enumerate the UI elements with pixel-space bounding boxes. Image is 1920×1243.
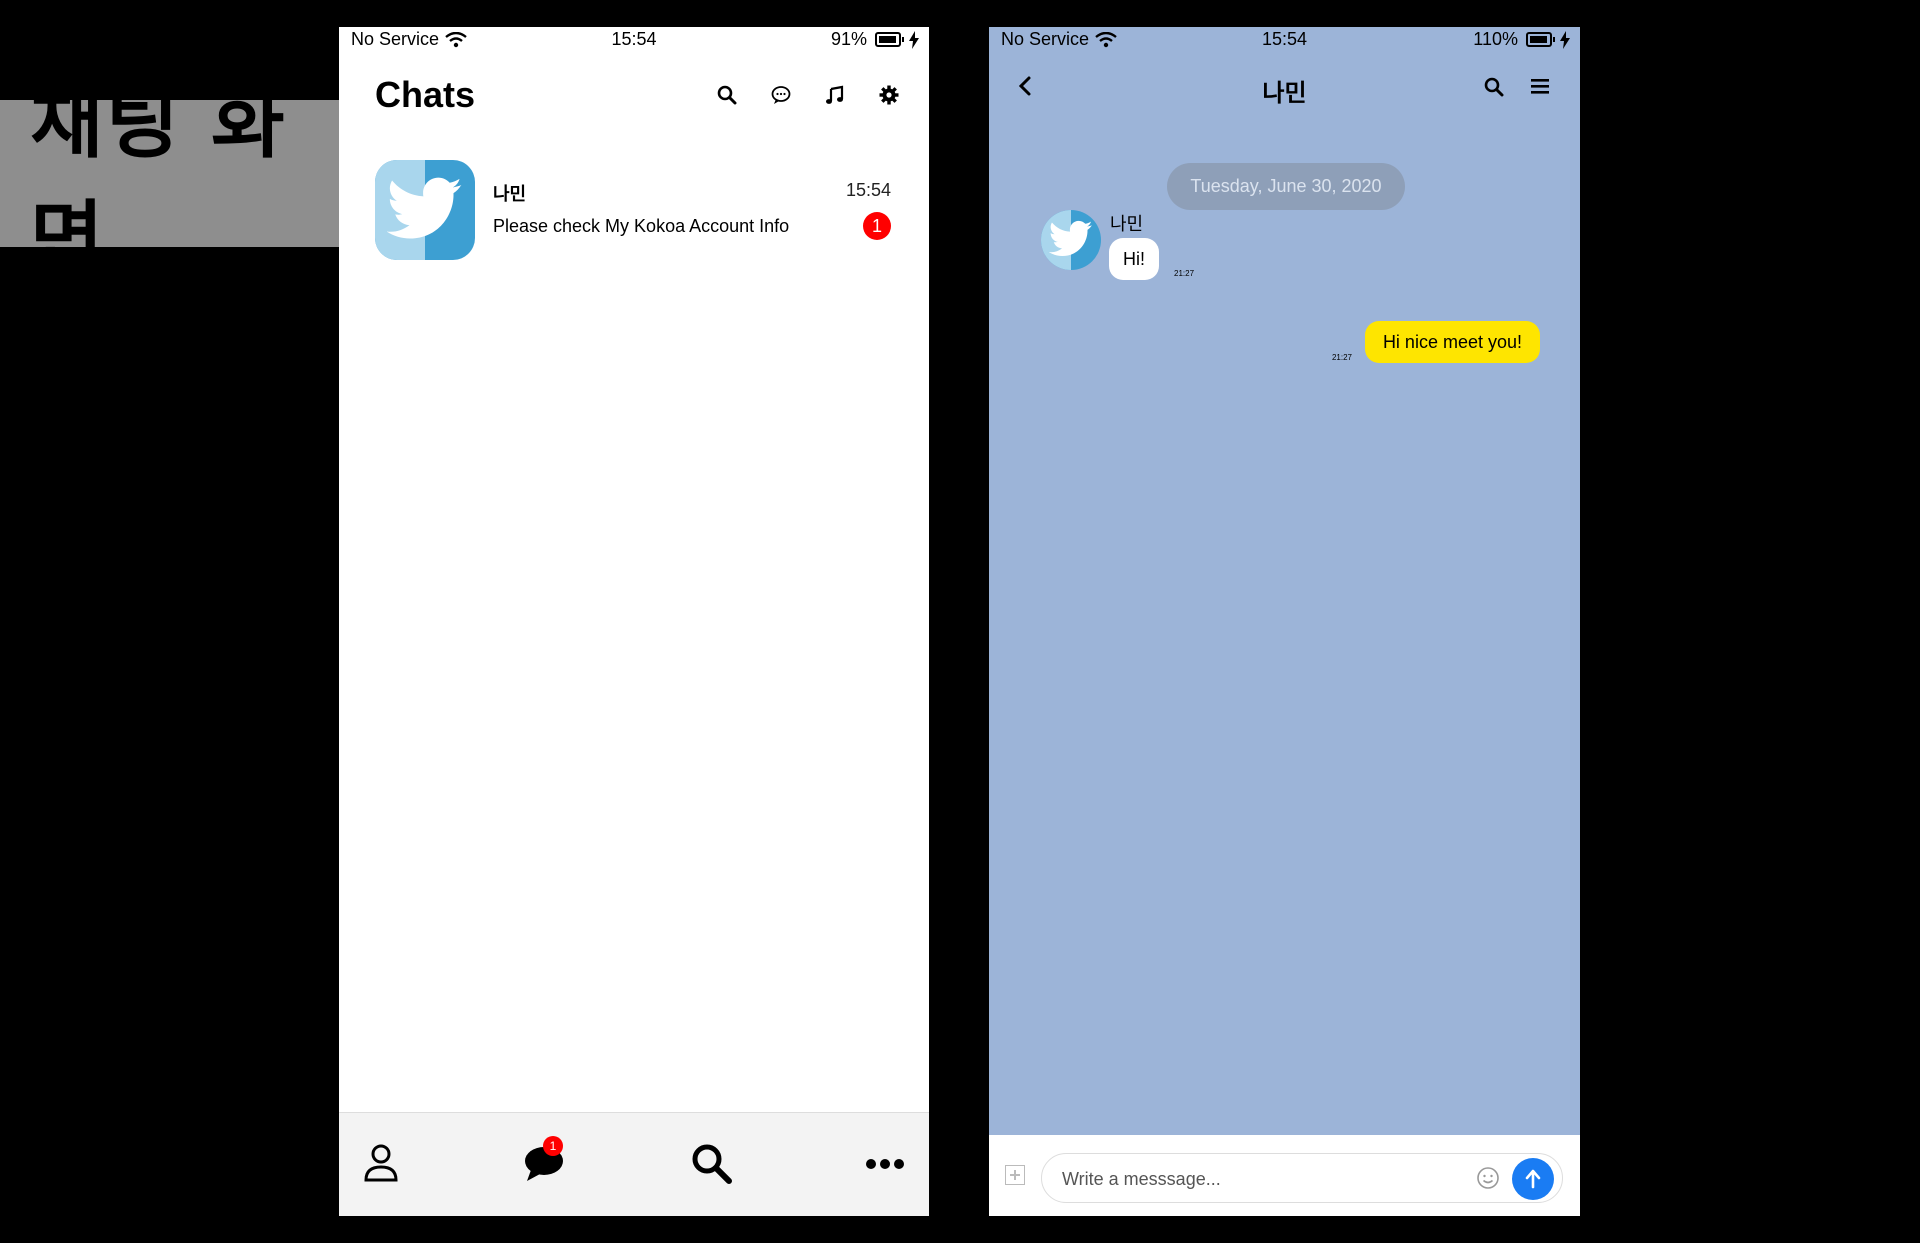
chat-time: 15:54 bbox=[845, 180, 891, 200]
message-timestamp: 21:27 bbox=[1331, 353, 1352, 362]
twitter-bird-icon bbox=[1049, 220, 1093, 257]
battery-info: 110% bbox=[1473, 29, 1570, 50]
music-note-icon[interactable] bbox=[825, 85, 845, 105]
charging-bolt-icon bbox=[1560, 30, 1570, 49]
incoming-message-bubble: Hi! bbox=[1109, 238, 1159, 280]
message-composer bbox=[989, 1135, 1580, 1216]
chat-list-screen: No Service 15:54 91% Chats 나민 15:54 Plea… bbox=[339, 27, 929, 1216]
avatar bbox=[375, 160, 475, 260]
arrow-up-icon bbox=[1525, 1169, 1541, 1189]
chat-preview: Please check My Kokoa Account Info bbox=[493, 216, 790, 236]
status-bar: No Service 15:54 110% bbox=[989, 27, 1580, 51]
charging-bolt-icon bbox=[909, 30, 919, 49]
tab-more[interactable] bbox=[865, 1157, 905, 1176]
status-bar: No Service 15:54 91% bbox=[339, 27, 929, 51]
date-divider: Tuesday, June 30, 2020 bbox=[1167, 163, 1405, 210]
unread-badge: 1 bbox=[543, 1136, 563, 1156]
gear-icon[interactable] bbox=[879, 85, 899, 105]
tab-profile[interactable] bbox=[363, 1143, 399, 1188]
screen-label: 채팅 화면 bbox=[30, 75, 287, 285]
attach-plus-icon[interactable] bbox=[1005, 1165, 1025, 1185]
more-icon bbox=[866, 1159, 904, 1169]
screen-label-banner: 채팅 화면 bbox=[0, 76, 340, 285]
search-icon[interactable] bbox=[1484, 77, 1504, 97]
message-input-wrapper bbox=[1041, 1153, 1563, 1204]
send-button[interactable] bbox=[1512, 1158, 1554, 1200]
battery-icon bbox=[875, 32, 904, 47]
page-title: Chats bbox=[375, 74, 476, 115]
message-timestamp: 21:27 bbox=[1174, 269, 1195, 278]
profile-icon bbox=[364, 1144, 398, 1182]
battery-percent: 110% bbox=[1473, 29, 1518, 49]
conversation-screen: No Service 15:54 110% 나민 Tuesday, June 3… bbox=[989, 27, 1580, 1216]
sender-name: 나민 bbox=[1110, 214, 1144, 234]
header-actions bbox=[717, 85, 899, 105]
unread-badge: 1 bbox=[863, 212, 891, 240]
chat-name: 나민 bbox=[493, 184, 527, 204]
bottom-tab-bar: 1 bbox=[339, 1112, 929, 1216]
message-input[interactable] bbox=[1060, 1154, 1444, 1204]
battery-icon bbox=[1526, 32, 1555, 47]
battery-info: 91% bbox=[831, 29, 919, 50]
conversation-header: 나민 bbox=[989, 71, 1580, 111]
battery-percent: 91% bbox=[830, 29, 867, 49]
search-icon bbox=[692, 1144, 732, 1184]
search-icon[interactable] bbox=[717, 85, 737, 105]
chat-bubble-icon[interactable] bbox=[771, 85, 791, 105]
outgoing-message-bubble: Hi nice meet you! bbox=[1364, 321, 1540, 363]
avatar[interactable] bbox=[1041, 210, 1101, 270]
twitter-bird-icon bbox=[387, 177, 462, 239]
list-item[interactable]: 나민 15:54 Please check My Kokoa Account I… bbox=[375, 160, 895, 260]
hamburger-menu-icon[interactable] bbox=[1530, 77, 1550, 95]
tab-search[interactable] bbox=[691, 1143, 733, 1190]
tab-chats[interactable]: 1 bbox=[523, 1136, 565, 1188]
emoji-icon[interactable] bbox=[1476, 1166, 1500, 1190]
